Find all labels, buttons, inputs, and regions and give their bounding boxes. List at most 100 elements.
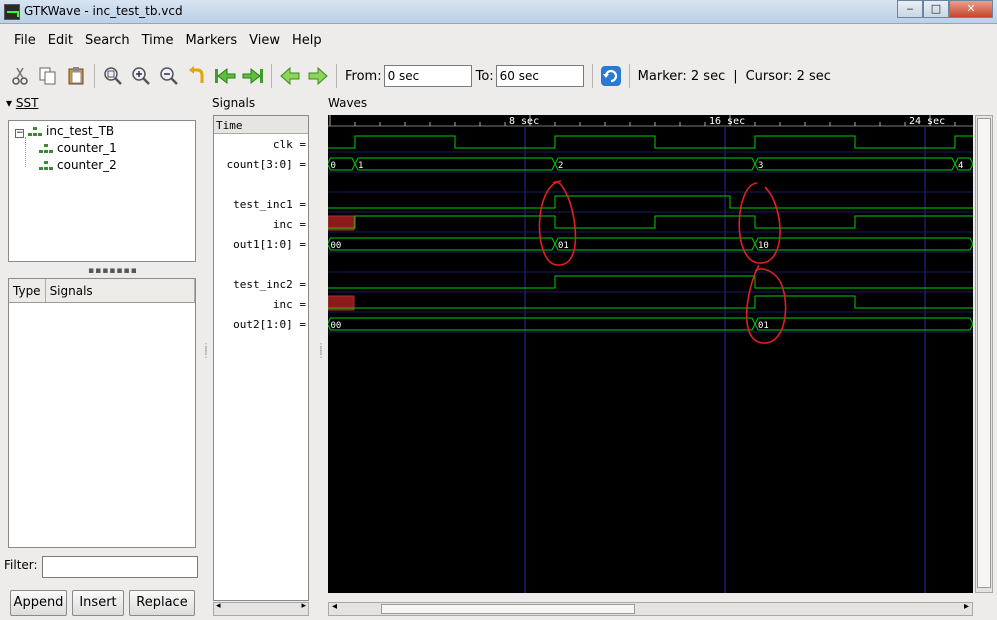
out2-bus-value: 01 bbox=[758, 321, 769, 331]
column-signals[interactable]: Signals bbox=[46, 279, 195, 302]
time-tick-label: 8 sec bbox=[509, 116, 539, 127]
test-inc2-trace bbox=[328, 275, 973, 289]
signals-panel: Time clk = count[3:0] = test_inc1 = inc … bbox=[213, 115, 309, 601]
pane-divider-grip[interactable]: ⋮ ⋮ ⋮ bbox=[317, 343, 325, 359]
signal-out2[interactable]: out2[1:0] = bbox=[233, 318, 306, 331]
column-type[interactable]: Type bbox=[9, 279, 46, 302]
out1-bus-value: 00 bbox=[331, 241, 342, 251]
cut-icon[interactable] bbox=[6, 62, 34, 90]
waves-hscrollbar[interactable]: ◂ ▸ bbox=[328, 601, 973, 616]
zoom-start-icon[interactable] bbox=[211, 62, 239, 90]
filter-label: Filter: bbox=[4, 558, 38, 572]
waveform-canvas[interactable]: 8 sec 16 sec 24 sec 0 1 2 3 4 00 01 10 00 01 bbox=[328, 115, 973, 593]
zoom-fit-icon[interactable] bbox=[99, 62, 127, 90]
gtkwave-window: GTKWave - inc_test_tb.vcd ‒ □ ✕ File Edi… bbox=[0, 0, 997, 620]
signal-clk[interactable]: clk = bbox=[273, 138, 306, 151]
to-input[interactable] bbox=[495, 65, 584, 87]
scroll-right-icon[interactable]: ▸ bbox=[301, 601, 306, 611]
clk-trace bbox=[328, 135, 973, 149]
tree-node-counter-1[interactable]: counter_1 bbox=[39, 141, 117, 155]
insert-button[interactable]: Insert bbox=[72, 590, 124, 616]
scroll-left-icon[interactable]: ◂ bbox=[216, 601, 221, 611]
toolbar-separator bbox=[336, 64, 337, 88]
app-icon bbox=[4, 4, 20, 20]
test-inc1-trace bbox=[328, 195, 973, 209]
time-header: Time bbox=[214, 116, 308, 134]
signal-out1[interactable]: out1[1:0] = bbox=[233, 238, 306, 251]
scroll-right-icon[interactable]: ▸ bbox=[964, 601, 969, 612]
maximize-button[interactable]: □ bbox=[923, 0, 949, 18]
out2-bus-segment bbox=[328, 317, 756, 331]
zoom-out-icon[interactable] bbox=[155, 62, 183, 90]
count-bus-value: 4 bbox=[958, 161, 963, 171]
signal-count[interactable]: count[3:0] = bbox=[227, 158, 306, 171]
close-button[interactable]: ✕ bbox=[949, 0, 993, 18]
vscroll-thumb[interactable] bbox=[977, 118, 991, 588]
signals-hscrollbar[interactable]: ◂ ▸ bbox=[213, 601, 309, 616]
pane-divider-grip[interactable]: ⋮ ⋮ ⋮ bbox=[202, 343, 210, 359]
to-label: To: bbox=[475, 68, 494, 84]
copy-icon[interactable] bbox=[34, 62, 62, 90]
scroll-left-icon[interactable]: ◂ bbox=[332, 601, 337, 612]
filter-input[interactable] bbox=[42, 556, 198, 578]
menu-edit[interactable]: Edit bbox=[42, 30, 79, 52]
module-icon bbox=[39, 143, 53, 154]
prev-page-icon[interactable] bbox=[276, 62, 304, 90]
hscroll-thumb[interactable] bbox=[381, 604, 635, 614]
tree-connector bbox=[25, 137, 26, 167]
signal-inc-1[interactable]: inc = bbox=[273, 218, 306, 231]
menu-search[interactable]: Search bbox=[79, 30, 136, 52]
tree-label-root: inc_test_TB bbox=[46, 124, 115, 138]
window-title: GTKWave - inc_test_tb.vcd bbox=[24, 4, 183, 18]
zoom-end-icon[interactable] bbox=[239, 62, 267, 90]
tree-node-root[interactable]: − inc_test_TB bbox=[15, 124, 114, 138]
paste-icon[interactable] bbox=[62, 62, 90, 90]
replace-button[interactable]: Replace bbox=[129, 590, 195, 616]
module-icon bbox=[39, 160, 53, 171]
waves-vscrollbar[interactable] bbox=[975, 115, 993, 593]
signal-test-inc1[interactable]: test_inc1 = bbox=[233, 198, 306, 211]
from-label: From: bbox=[345, 68, 382, 84]
pane-resize-grip[interactable]: ▪▪▪▪▪▪▪ bbox=[88, 266, 138, 276]
out2-bus-value: 00 bbox=[331, 321, 342, 331]
count-bus-value: 0 bbox=[331, 161, 336, 171]
count-bus-value: 3 bbox=[758, 161, 763, 171]
cursor-readout: Cursor: 2 sec bbox=[745, 68, 831, 84]
signal-test-inc2[interactable]: test_inc2 = bbox=[233, 278, 306, 291]
toolbar-separator bbox=[628, 64, 630, 88]
time-tick-label: 24 sec bbox=[909, 116, 945, 127]
out1-bus-segment bbox=[754, 237, 973, 251]
inc2-trace bbox=[328, 295, 973, 309]
next-page-icon[interactable] bbox=[304, 62, 332, 90]
signal-inc-2[interactable]: inc = bbox=[273, 298, 306, 311]
out1-bus-value: 01 bbox=[558, 241, 569, 251]
from-input[interactable] bbox=[383, 65, 472, 87]
menu-view[interactable]: View bbox=[243, 30, 286, 52]
tree-label-counter-2: counter_2 bbox=[57, 158, 117, 172]
menu-help[interactable]: Help bbox=[286, 30, 328, 52]
waves-label: Waves bbox=[328, 96, 368, 110]
count-bus-value: 2 bbox=[558, 161, 563, 171]
collapse-icon[interactable]: − bbox=[15, 129, 24, 138]
time-tick-label: 16 sec bbox=[709, 116, 745, 127]
menu-file[interactable]: File bbox=[8, 30, 42, 52]
undo-zoom-icon[interactable] bbox=[183, 62, 211, 90]
menu-markers[interactable]: Markers bbox=[179, 30, 243, 52]
toolbar-separator bbox=[94, 64, 95, 88]
tree-node-counter-2[interactable]: counter_2 bbox=[39, 158, 117, 172]
out1-bus-segment bbox=[328, 237, 556, 251]
out1-bus-value: 10 bbox=[758, 241, 769, 251]
toolbar-separator bbox=[591, 64, 593, 88]
reload-icon[interactable] bbox=[597, 62, 625, 90]
count-bus-value: 1 bbox=[358, 161, 363, 171]
append-button[interactable]: Append bbox=[10, 590, 67, 616]
minimize-button[interactable]: ‒ bbox=[897, 0, 923, 18]
sst-expander[interactable]: ▾ SST bbox=[6, 96, 38, 110]
time-ruler bbox=[328, 115, 973, 126]
menu-time[interactable]: Time bbox=[136, 30, 180, 52]
expander-arrow-icon: ▾ bbox=[6, 96, 13, 110]
waveform-svg: 8 sec 16 sec 24 sec0 1 2 3 400 01 1000 01 bbox=[328, 115, 973, 593]
zoom-in-icon[interactable] bbox=[127, 62, 155, 90]
readout-separator: | bbox=[733, 68, 738, 84]
menu-bar: File Edit Search Time Markers View Help bbox=[0, 30, 997, 52]
